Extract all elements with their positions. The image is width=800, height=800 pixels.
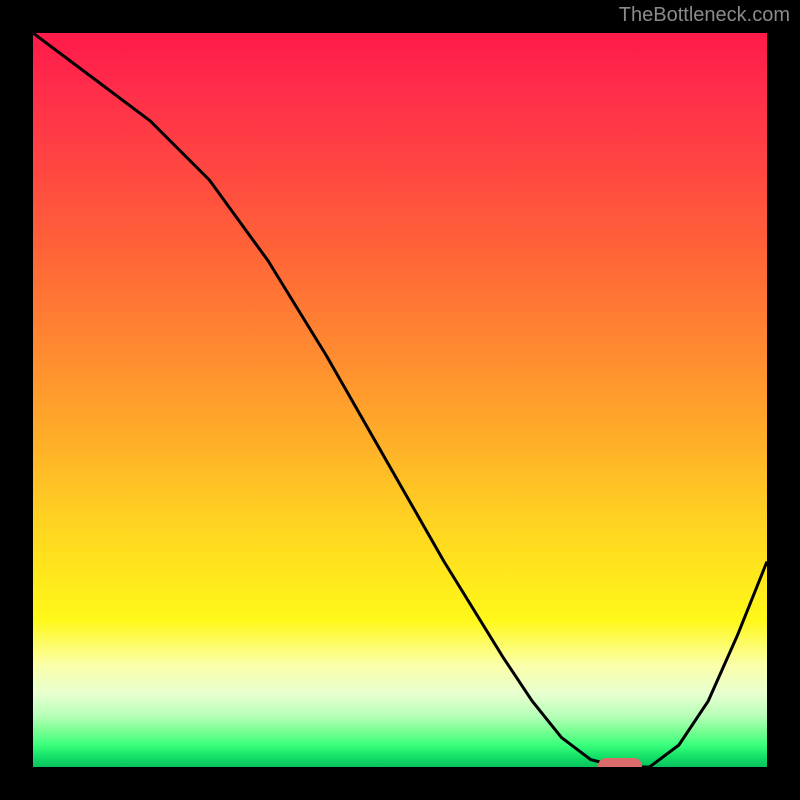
optimal-marker	[598, 758, 642, 767]
watermark-text: TheBottleneck.com	[619, 4, 790, 27]
bottleneck-curve	[33, 33, 767, 767]
plot-area	[33, 33, 767, 767]
